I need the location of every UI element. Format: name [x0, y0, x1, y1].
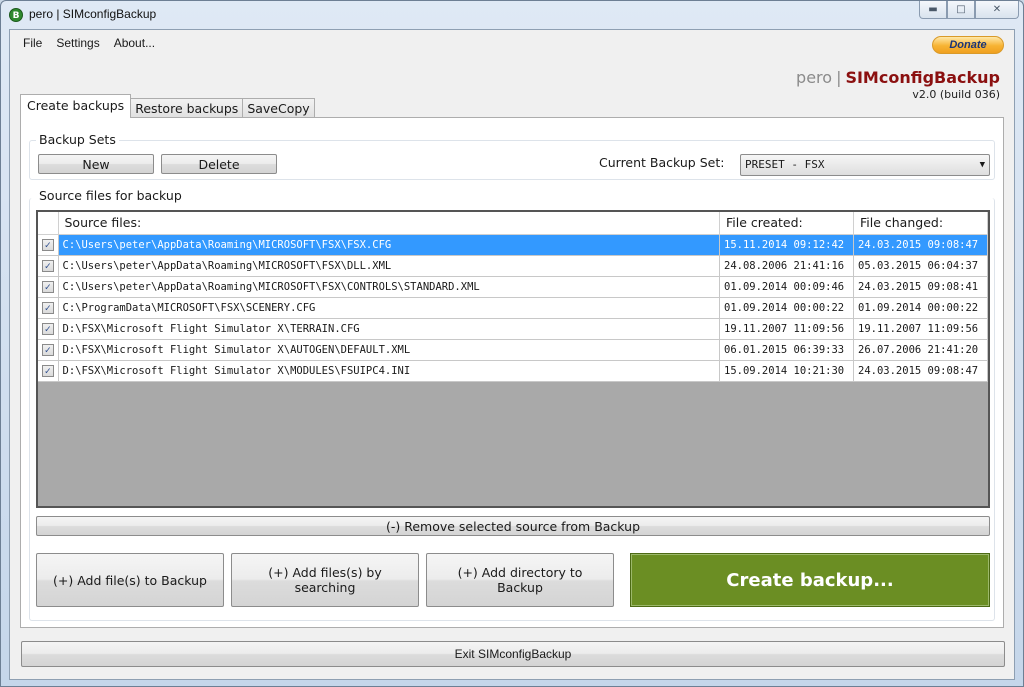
- row-path: C:\Users\peter\AppData\Roaming\MICROSOFT…: [58, 255, 720, 277]
- version-label: v2.0 (build 036): [912, 88, 1000, 101]
- menu-file[interactable]: File: [16, 33, 49, 53]
- tab-create-backups[interactable]: Create backups: [20, 94, 132, 118]
- row-created: 24.08.2006 21:41:16: [719, 255, 854, 277]
- table-row[interactable]: ✓ D:\FSX\Microsoft Flight Simulator X\MO…: [38, 360, 988, 382]
- new-backup-set-button[interactable]: New: [38, 154, 154, 174]
- row-created: 19.11.2007 11:09:56: [719, 318, 854, 340]
- current-backup-set-label: Current Backup Set:: [599, 155, 725, 170]
- checkbox-checked-icon[interactable]: ✓: [41, 301, 54, 314]
- checkbox-checked-icon[interactable]: ✓: [41, 280, 54, 293]
- create-backups-panel: Backup Sets New Delete Current Backup Se…: [20, 117, 1004, 628]
- row-changed: 24.03.2015 09:08:47: [853, 234, 988, 256]
- row-changed: 05.03.2015 06:04:37: [853, 255, 988, 277]
- column-source-files[interactable]: Source files:: [58, 212, 720, 235]
- row-path: D:\FSX\Microsoft Flight Simulator X\MODU…: [58, 360, 720, 382]
- row-created: 15.11.2014 09:12:42: [719, 234, 854, 256]
- grid-header-row: Source files: File created: File changed…: [38, 212, 988, 235]
- source-files-group: Source files for backup Source files: Fi…: [29, 188, 995, 621]
- row-created: 06.01.2015 06:39:33: [719, 339, 854, 361]
- close-icon[interactable]: ✕: [975, 1, 1019, 19]
- current-backup-set-value: PRESET - FSX: [745, 158, 825, 171]
- brand-prefix: pero: [796, 68, 833, 87]
- grid-header-checkbox: [38, 212, 59, 235]
- brand-header: pero | SIMconfigBackup v2.0 (build 036): [796, 68, 1000, 101]
- row-path: C:\Users\peter\AppData\Roaming\MICROSOFT…: [58, 276, 720, 298]
- row-checkbox[interactable]: ✓: [38, 276, 59, 298]
- backup-sets-group: Backup Sets New Delete Current Backup Se…: [29, 132, 995, 180]
- brand-name: SIMconfigBackup: [845, 68, 1000, 87]
- tab-strip: Create backups Restore backups SaveCopy: [20, 94, 315, 118]
- table-row[interactable]: ✓ C:\Users\peter\AppData\Roaming\MICROSO…: [38, 255, 988, 277]
- remove-source-button[interactable]: (-) Remove selected source from Backup: [36, 516, 990, 536]
- client-area: File Settings About... Donate pero | SIMco…: [9, 29, 1015, 680]
- checkbox-checked-icon[interactable]: ✓: [41, 343, 54, 356]
- create-backup-button[interactable]: Create backup...: [630, 553, 990, 607]
- exit-button[interactable]: Exit SIMconfigBackup: [21, 641, 1005, 667]
- table-row[interactable]: ✓ D:\FSX\Microsoft Flight Simulator X\TE…: [38, 318, 988, 340]
- row-checkbox[interactable]: ✓: [38, 339, 59, 361]
- app-logo-icon: B: [9, 8, 23, 22]
- donate-button[interactable]: Donate: [932, 36, 1004, 54]
- checkbox-checked-icon[interactable]: ✓: [41, 259, 54, 272]
- row-path: D:\FSX\Microsoft Flight Simulator X\TERR…: [58, 318, 720, 340]
- row-changed: 24.03.2015 09:08:41: [853, 276, 988, 298]
- add-files-button[interactable]: (+) Add file(s) to Backup: [36, 553, 224, 607]
- tab-restore-backups[interactable]: Restore backups: [130, 98, 244, 118]
- app-window: B pero | SIMconfigBackup ▬ □ ✕ File Sett…: [0, 0, 1024, 687]
- row-created: 01.09.2014 00:09:46: [719, 276, 854, 298]
- row-changed: 01.09.2014 00:00:22: [853, 297, 988, 319]
- table-row[interactable]: ✓ C:\Users\peter\AppData\Roaming\MICROSO…: [38, 276, 988, 298]
- checkbox-checked-icon[interactable]: ✓: [41, 322, 54, 335]
- title-bar: B pero | SIMconfigBackup ▬ □ ✕: [1, 1, 1023, 29]
- row-checkbox[interactable]: ✓: [38, 255, 59, 277]
- brand-separator: |: [836, 68, 842, 87]
- row-checkbox[interactable]: ✓: [38, 234, 59, 256]
- menu-bar: File Settings About...: [10, 30, 162, 56]
- add-files-by-searching-button[interactable]: (+) Add files(s) by searching: [231, 553, 419, 607]
- table-row[interactable]: ✓ C:\ProgramData\MICROSOFT\FSX\SCENERY.C…: [38, 297, 988, 319]
- menu-settings[interactable]: Settings: [49, 33, 106, 53]
- source-files-grid: Source files: File created: File changed…: [36, 210, 990, 508]
- add-directory-button[interactable]: (+) Add directory to Backup: [426, 553, 614, 607]
- row-path: C:\ProgramData\MICROSOFT\FSX\SCENERY.CFG: [58, 297, 720, 319]
- minimize-icon[interactable]: ▬: [919, 1, 947, 19]
- window-title: pero | SIMconfigBackup: [29, 7, 157, 21]
- row-changed: 24.03.2015 09:08:47: [853, 360, 988, 382]
- column-file-created[interactable]: File created:: [719, 212, 854, 235]
- checkbox-checked-icon[interactable]: ✓: [41, 238, 54, 251]
- delete-backup-set-button[interactable]: Delete: [161, 154, 277, 174]
- row-changed: 19.11.2007 11:09:56: [853, 318, 988, 340]
- row-path: D:\FSX\Microsoft Flight Simulator X\AUTO…: [58, 339, 720, 361]
- row-changed: 26.07.2006 21:41:20: [853, 339, 988, 361]
- tab-savecopy[interactable]: SaveCopy: [242, 98, 315, 118]
- menu-about[interactable]: About...: [107, 33, 162, 53]
- table-row[interactable]: ✓ C:\Users\peter\AppData\Roaming\MICROSO…: [38, 234, 988, 256]
- column-file-changed[interactable]: File changed:: [853, 212, 988, 235]
- row-checkbox[interactable]: ✓: [38, 318, 59, 340]
- backup-sets-label: Backup Sets: [36, 132, 119, 147]
- maximize-icon[interactable]: □: [947, 1, 975, 19]
- row-checkbox[interactable]: ✓: [38, 297, 59, 319]
- row-path: C:\Users\peter\AppData\Roaming\MICROSOFT…: [58, 234, 720, 256]
- source-files-label: Source files for backup: [36, 188, 185, 203]
- window-controls: ▬ □ ✕: [919, 1, 1019, 19]
- row-checkbox[interactable]: ✓: [38, 360, 59, 382]
- current-backup-set-select[interactable]: PRESET - FSX ▼: [740, 154, 990, 176]
- row-created: 01.09.2014 00:00:22: [719, 297, 854, 319]
- row-created: 15.09.2014 10:21:30: [719, 360, 854, 382]
- checkbox-checked-icon[interactable]: ✓: [41, 364, 54, 377]
- table-row[interactable]: ✓ D:\FSX\Microsoft Flight Simulator X\AU…: [38, 339, 988, 361]
- dropdown-arrow-icon: ▼: [979, 160, 985, 170]
